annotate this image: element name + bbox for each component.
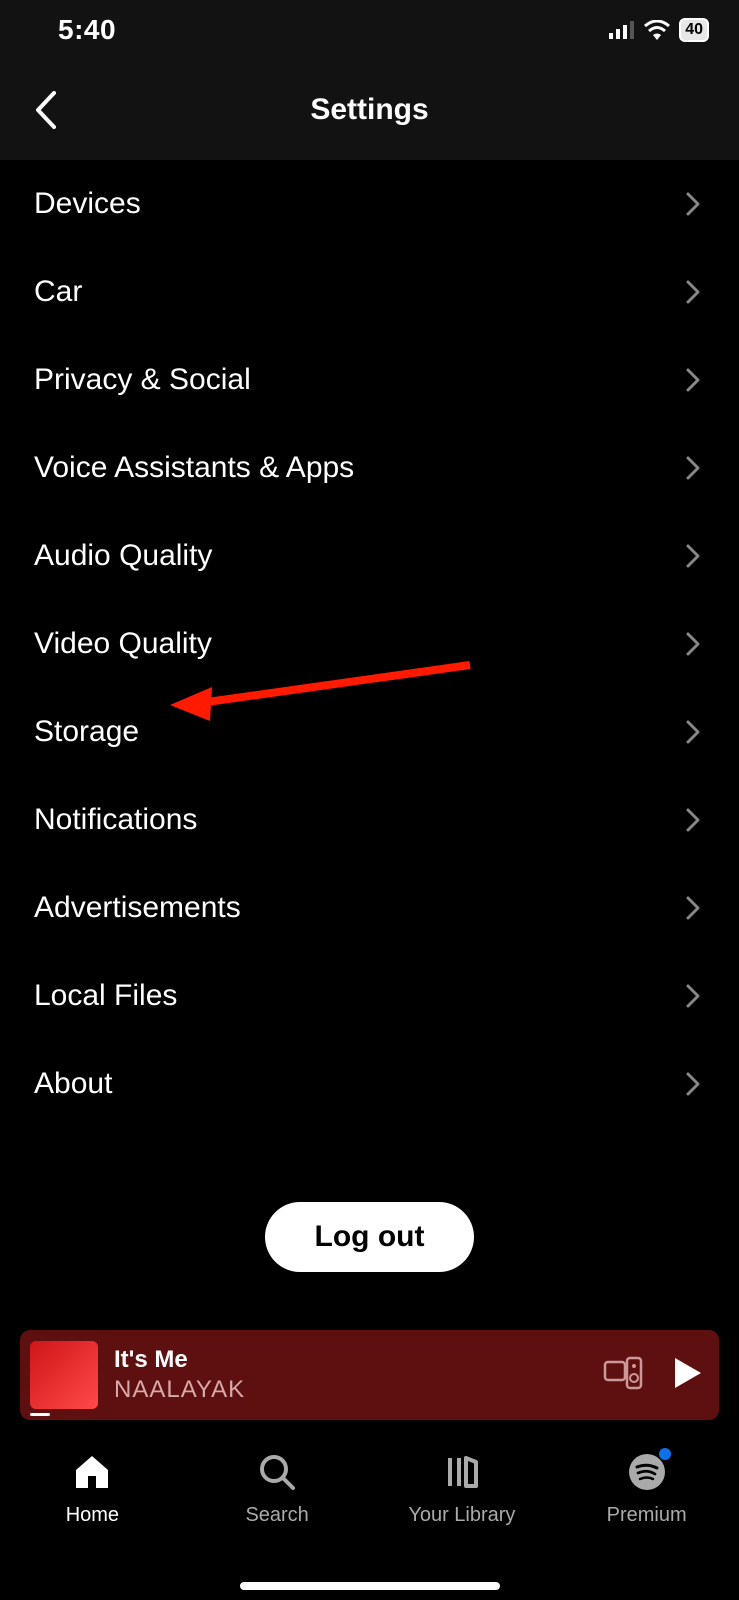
nav-premium[interactable]: Premium: [554, 1450, 739, 1527]
now-playing-controls: [603, 1356, 703, 1395]
chevron-right-icon: [681, 368, 705, 392]
settings-item-label: Devices: [34, 187, 141, 221]
chevron-right-icon: [681, 192, 705, 216]
settings-item-label: Notifications: [34, 803, 197, 837]
settings-item-label: Advertisements: [34, 891, 241, 925]
nav-home[interactable]: Home: [0, 1450, 185, 1527]
search-icon: [255, 1450, 299, 1494]
settings-item-voice-assistants[interactable]: Voice Assistants & Apps: [34, 424, 705, 512]
settings-item-label: About: [34, 1067, 112, 1101]
chevron-right-icon: [681, 984, 705, 1008]
settings-list: Devices Car Privacy & Social Voice Assis…: [0, 160, 739, 1128]
chevron-right-icon: [681, 896, 705, 920]
settings-item-privacy-social[interactable]: Privacy & Social: [34, 336, 705, 424]
now-playing-artist: NAALAYAK: [114, 1376, 587, 1404]
playback-progress-indicator: [30, 1413, 50, 1416]
play-icon[interactable]: [673, 1356, 703, 1395]
battery-icon: 40: [679, 18, 709, 42]
settings-item-label: Video Quality: [34, 627, 212, 661]
spotify-icon: [625, 1450, 669, 1494]
album-art-thumbnail: [30, 1341, 98, 1409]
settings-item-audio-quality[interactable]: Audio Quality: [34, 512, 705, 600]
settings-item-devices[interactable]: Devices: [34, 160, 705, 248]
logout-button[interactable]: Log out: [265, 1202, 475, 1272]
chevron-right-icon: [681, 456, 705, 480]
chevron-right-icon: [681, 1072, 705, 1096]
home-icon: [70, 1450, 114, 1494]
nav-search[interactable]: Search: [185, 1450, 370, 1527]
library-icon: [440, 1450, 484, 1494]
settings-item-label: Privacy & Social: [34, 363, 251, 397]
settings-item-label: Audio Quality: [34, 539, 212, 573]
notification-dot-icon: [659, 1448, 671, 1460]
now-playing-title: It's Me: [114, 1346, 587, 1374]
now-playing-text: It's Me NAALAYAK: [114, 1346, 587, 1404]
nav-label: Premium: [607, 1504, 687, 1527]
chevron-right-icon: [681, 632, 705, 656]
back-button[interactable]: [25, 90, 65, 130]
status-time: 5:40: [58, 14, 116, 46]
settings-item-video-quality[interactable]: Video Quality: [34, 600, 705, 688]
now-playing-bar[interactable]: It's Me NAALAYAK: [20, 1330, 719, 1420]
battery-level: 40: [679, 18, 709, 42]
chevron-right-icon: [681, 544, 705, 568]
settings-item-car[interactable]: Car: [34, 248, 705, 336]
chevron-left-icon: [34, 91, 56, 129]
bottom-nav: Home Search Your Library Premium: [0, 1430, 739, 1600]
chevron-right-icon: [681, 808, 705, 832]
connect-devices-icon[interactable]: [603, 1356, 643, 1395]
settings-item-label: Car: [34, 275, 82, 309]
logout-container: Log out: [0, 1202, 739, 1272]
settings-item-advertisements[interactable]: Advertisements: [34, 864, 705, 952]
cellular-signal-icon: [609, 21, 635, 39]
header-bar: Settings: [0, 60, 739, 160]
settings-item-label: Local Files: [34, 979, 177, 1013]
settings-item-label: Storage: [34, 715, 139, 749]
chevron-right-icon: [681, 280, 705, 304]
nav-your-library[interactable]: Your Library: [370, 1450, 555, 1527]
nav-label: Search: [245, 1504, 308, 1527]
page-title: Settings: [0, 93, 739, 127]
nav-label: Your Library: [408, 1504, 515, 1527]
settings-item-notifications[interactable]: Notifications: [34, 776, 705, 864]
status-bar: 5:40 40: [0, 0, 739, 60]
settings-item-storage[interactable]: Storage: [34, 688, 705, 776]
settings-item-label: Voice Assistants & Apps: [34, 451, 354, 485]
chevron-right-icon: [681, 720, 705, 744]
wifi-icon: [643, 20, 671, 40]
home-indicator[interactable]: [240, 1582, 500, 1590]
status-indicators: 40: [609, 18, 709, 42]
nav-label: Home: [66, 1504, 119, 1527]
settings-item-local-files[interactable]: Local Files: [34, 952, 705, 1040]
settings-item-about[interactable]: About: [34, 1040, 705, 1128]
